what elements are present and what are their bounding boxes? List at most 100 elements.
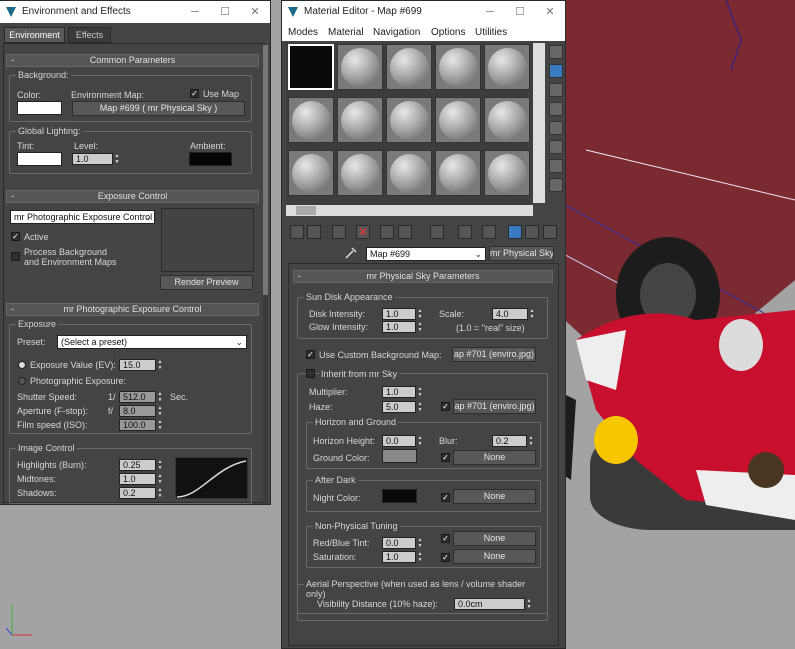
slots-hscroll[interactable] <box>286 205 533 216</box>
mr-physical-sky-rollout-header[interactable]: - mr Physical Sky Parameters <box>293 270 553 283</box>
saturation-spinner[interactable]: 1.0 ▲ ▼ <box>382 551 422 563</box>
aperture-spinner[interactable]: 8.0 ▲ ▼ <box>119 405 162 417</box>
saturation-map-button[interactable]: None <box>453 549 536 564</box>
custom-bg-checkbox[interactable]: ✓ <box>306 350 315 359</box>
haze-map-button[interactable]: ap #701 (enviro.jpg) <box>453 399 536 414</box>
film-spinner[interactable]: 100.0 ▲ ▼ <box>119 419 162 431</box>
shadows-spinner[interactable]: 0.2 ▲ ▼ <box>119 487 162 499</box>
tab-effects[interactable]: Effects <box>68 27 111 43</box>
exposure-control-header[interactable]: - Exposure Control <box>6 190 259 203</box>
ambient-color-swatch[interactable] <box>189 152 232 166</box>
menu-options[interactable]: Options <box>431 27 465 38</box>
material-sample-slot[interactable] <box>337 150 383 196</box>
highlights-spinner[interactable]: 0.25 ▲ ▼ <box>119 459 162 471</box>
minimize-button[interactable]: ─ <box>475 1 505 23</box>
close-button[interactable]: ✕ <box>535 1 565 23</box>
visibility-distance-spinner[interactable]: 0.0cm ▲ ▼ <box>454 598 531 610</box>
inherit-checkbox[interactable] <box>306 369 315 378</box>
close-button[interactable]: ✕ <box>240 1 270 23</box>
show-end-result-icon[interactable] <box>458 225 472 239</box>
slots-vscroll[interactable] <box>533 43 545 203</box>
material-sample-slot[interactable] <box>484 97 530 143</box>
material-sample-slot[interactable] <box>484 44 530 90</box>
red-blue-map-button[interactable]: None <box>453 531 536 546</box>
exposure-type-dropdown[interactable]: mr Photographic Exposure Control ⌄ <box>10 210 155 224</box>
env-scrollbar[interactable] <box>263 45 268 503</box>
checker-icon[interactable] <box>482 225 496 239</box>
material-sample-slot[interactable] <box>484 150 530 196</box>
night-map-button[interactable]: None <box>453 489 536 504</box>
background-icon[interactable] <box>549 83 563 97</box>
show-in-viewport-icon[interactable] <box>430 225 444 239</box>
process-bg-checkbox[interactable] <box>11 252 20 261</box>
maximize-button[interactable]: ☐ <box>505 1 535 23</box>
material-sample-slot[interactable] <box>435 97 481 143</box>
use-map-checkbox[interactable]: ✓ <box>190 89 199 98</box>
make-unique-icon[interactable] <box>380 225 394 239</box>
horizon-height-spinner[interactable]: 0.0 ▲ ▼ <box>382 435 422 447</box>
material-sample-slot[interactable] <box>386 150 432 196</box>
disk-intensity-spinner[interactable]: 1.0 ▲ ▼ <box>382 308 422 320</box>
put-to-scene-icon[interactable] <box>398 225 412 239</box>
eyedropper-icon[interactable] <box>344 246 358 260</box>
reset-map-icon[interactable]: ✕ <box>356 225 370 239</box>
night-map-checkbox[interactable]: ✓ <box>441 493 450 502</box>
menu-navigation[interactable]: Navigation <box>373 27 420 38</box>
env-titlebar[interactable]: Environment and Effects ─ ☐ ✕ <box>0 1 270 23</box>
material-sample-slot[interactable] <box>288 150 334 196</box>
blur-spinner[interactable]: 0.2 ▲ ▼ <box>492 435 533 447</box>
uv-tiling-icon[interactable] <box>549 102 563 116</box>
preset-dropdown[interactable]: (Select a preset) ⌄ <box>57 335 247 349</box>
red-blue-tint-spinner[interactable]: 0.0 ▲ ▼ <box>382 537 422 549</box>
options-icon[interactable] <box>549 159 563 173</box>
env-scroll-thumb[interactable] <box>263 45 268 295</box>
material-sample-slot[interactable] <box>337 97 383 143</box>
tab-environment[interactable]: Environment <box>4 27 65 43</box>
material-sample-slot[interactable] <box>288 97 334 143</box>
photographic-radio[interactable] <box>18 377 26 385</box>
ev-radio[interactable] <box>18 361 26 369</box>
active-checkbox[interactable]: ✓ <box>11 232 20 241</box>
scale-spinner[interactable]: 4.0 ▲ ▼ <box>492 308 534 320</box>
multiplier-spinner[interactable]: 1.0 ▲ ▼ <box>382 386 422 398</box>
environment-map-button[interactable]: Map #699 ( mr Physical Sky ) <box>72 101 245 116</box>
make-preview-icon[interactable] <box>549 140 563 154</box>
red-blue-map-checkbox[interactable]: ✓ <box>441 534 450 543</box>
common-parameters-header[interactable]: - Common Parameters <box>6 54 259 67</box>
minimize-button[interactable]: ─ <box>180 1 210 23</box>
menu-material[interactable]: Material <box>328 27 364 38</box>
ground-map-checkbox[interactable]: ✓ <box>441 453 450 462</box>
put-to-library-icon[interactable] <box>332 225 346 239</box>
menu-modes[interactable]: Modes <box>288 27 318 38</box>
material-sample-slot[interactable] <box>435 150 481 196</box>
night-color-swatch[interactable] <box>382 489 417 503</box>
ground-color-swatch[interactable] <box>382 449 417 463</box>
level-spinner[interactable]: 1.0 ▲ ▼ <box>72 153 119 165</box>
material-sample-slot[interactable] <box>386 44 432 90</box>
material-sample-slot[interactable] <box>288 44 334 90</box>
material-map-navigator-icon[interactable] <box>543 225 557 239</box>
material-sample-slot[interactable] <box>435 44 481 90</box>
custom-bg-map-button[interactable]: ap #701 (enviro.jpg) <box>452 347 536 362</box>
assign-to-selection-icon[interactable] <box>307 225 321 239</box>
shutter-spinner[interactable]: 512.0 ▲ ▼ <box>119 391 162 403</box>
background-color-swatch[interactable] <box>17 101 62 115</box>
map-name-field[interactable]: Map #699 ⌄ <box>366 247 486 261</box>
midtones-spinner[interactable]: 1.0 ▲ ▼ <box>119 473 162 485</box>
render-preview-button[interactable]: Render Preview <box>160 275 253 290</box>
video-color-check-icon[interactable] <box>549 121 563 135</box>
select-by-material-icon[interactable] <box>549 178 563 192</box>
haze-map-checkbox[interactable]: ✓ <box>441 402 450 411</box>
ground-map-button[interactable]: None <box>453 450 536 465</box>
sample-type-icon[interactable] <box>549 45 563 59</box>
go-forward-sibling-icon[interactable] <box>525 225 539 239</box>
get-material-icon[interactable] <box>290 225 304 239</box>
go-to-parent-icon[interactable] <box>508 225 522 239</box>
backlight-icon[interactable] <box>549 64 563 78</box>
map-type-button[interactable]: mr Physical Sky <box>489 246 554 261</box>
mr-photographic-header[interactable]: - mr Photographic Exposure Control <box>6 303 259 316</box>
mat-titlebar[interactable]: Material Editor - Map #699 ─ ☐ ✕ <box>282 1 565 22</box>
material-sample-slot[interactable] <box>386 97 432 143</box>
menu-utilities[interactable]: Utilities <box>475 27 507 38</box>
maximize-button[interactable]: ☐ <box>210 1 240 23</box>
